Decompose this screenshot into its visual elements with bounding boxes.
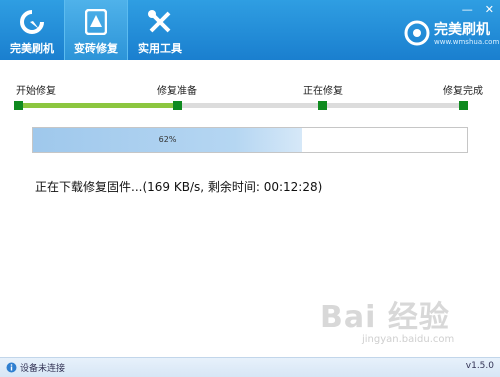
watermark-main: Bai 经验 [320, 300, 450, 335]
step-label-repairing: 正在修复 [303, 86, 343, 97]
window-controls: — ✕ [462, 4, 494, 16]
status-text: 正在下载修复固件...(169 KB/s, 剩余时间: 00:12:28) [35, 180, 323, 194]
repair-steps: 开始修复 修复准备 正在修复 修复完成 [0, 82, 500, 122]
brand-logo: 完美刷机 www.wmshua.com [404, 18, 500, 48]
step-label-prepare: 修复准备 [157, 86, 197, 97]
brand-name: 完美刷机 [434, 22, 490, 38]
status-footer: 设备未连接 v1.5.0 [0, 357, 500, 377]
step-marker [318, 101, 327, 110]
version-label: v1.5.0 [465, 361, 494, 371]
minimize-button[interactable]: — [462, 4, 473, 16]
progress-percent: 62% [158, 135, 177, 144]
refresh-arrow-icon [18, 8, 46, 36]
header-bar: 完美刷机 变砖修复 实用工具 — ✕ 完美刷机 www.wmshua.com [0, 0, 500, 60]
tab-label: 完美刷机 [10, 42, 54, 55]
brand-url: www.wmshua.com [434, 38, 500, 46]
step-marker [173, 101, 182, 110]
tab-label: 实用工具 [138, 42, 182, 55]
tab-brick-repair[interactable]: 变砖修复 [64, 0, 128, 60]
step-marker [14, 101, 23, 110]
step-label-done: 修复完成 [443, 86, 483, 97]
tab-perfect-flash[interactable]: 完美刷机 [0, 0, 64, 60]
info-icon [6, 362, 17, 373]
baidu-watermark: Bai 经验 jingyan.baidu.com [320, 292, 500, 354]
steps-track-progress [18, 103, 177, 108]
device-status: 设备未连接 [20, 364, 66, 374]
tab-label: 变砖修复 [74, 42, 118, 55]
step-label-start: 开始修复 [16, 86, 56, 97]
watermark-sub: jingyan.baidu.com [362, 334, 455, 345]
tab-utility-tools[interactable]: 实用工具 [128, 0, 192, 60]
brand-logo-icon [404, 20, 430, 46]
phone-warning-icon [82, 8, 110, 36]
wrench-screwdriver-icon [146, 8, 174, 36]
close-button[interactable]: ✕ [485, 4, 494, 16]
download-progress-bar: 62% [32, 127, 468, 153]
step-marker [459, 101, 468, 110]
